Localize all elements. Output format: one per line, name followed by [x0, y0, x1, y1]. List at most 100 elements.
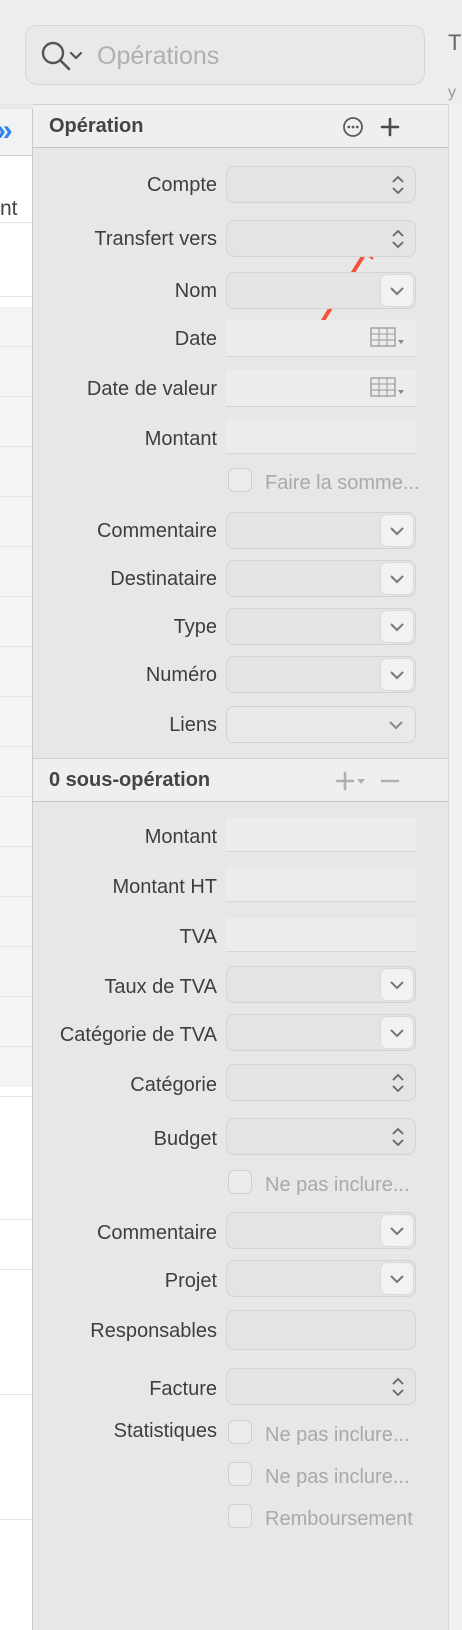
budget-label: Budget: [153, 1128, 217, 1150]
category-label: Catégorie: [130, 1074, 217, 1096]
invoice-select[interactable]: [226, 1368, 416, 1405]
list-divider: [0, 546, 32, 547]
owners-label: Responsables: [90, 1320, 217, 1342]
sum-checkbox-label: Faire la somme...: [265, 472, 420, 494]
invoice-label: Facture: [149, 1378, 217, 1400]
search-input[interactable]: Opérations: [97, 42, 219, 71]
list-divider: [0, 996, 32, 997]
stats-exclude-checkbox-1[interactable]: [228, 1420, 252, 1444]
operation-inspector: Opération Compte Transfert vers Nom Date…: [33, 104, 448, 1630]
list-divider: [0, 696, 32, 697]
right-peek-text: T: [448, 30, 462, 55]
vat-label: TVA: [179, 926, 217, 948]
list-divider: [0, 446, 32, 447]
date-label: Date: [174, 328, 217, 350]
statistics-label: Statistiques: [113, 1420, 217, 1442]
comment-label: Commentaire: [96, 520, 217, 542]
transfer-to-label: Transfert vers: [94, 228, 217, 250]
vat-category-combobox[interactable]: [226, 1014, 416, 1051]
chevron-down-icon[interactable]: [381, 275, 413, 306]
list-divider: [0, 1394, 32, 1395]
amount-label: Montant: [144, 428, 217, 450]
list-divider: [0, 896, 32, 897]
owners-token-field[interactable]: [226, 1310, 416, 1350]
transfer-to-select[interactable]: [226, 220, 416, 257]
amount-ht-label: Montant HT: [112, 876, 217, 898]
chevron-right-icon[interactable]: »: [0, 111, 16, 151]
value-date-field[interactable]: [226, 370, 416, 407]
sum-checkbox[interactable]: [228, 468, 252, 492]
type-combobox[interactable]: [226, 608, 416, 645]
name-label: Nom: [174, 280, 217, 302]
sub-comment-combobox[interactable]: [226, 1212, 416, 1249]
search-icon[interactable]: [40, 40, 86, 79]
chevron-down-icon[interactable]: [381, 515, 413, 546]
account-label: Compte: [146, 174, 217, 196]
project-label: Projet: [164, 1270, 217, 1292]
vat-input[interactable]: [226, 918, 416, 952]
list-divider: [0, 1519, 32, 1520]
type-label: Type: [173, 616, 217, 638]
category-select[interactable]: [226, 1064, 416, 1101]
project-combobox[interactable]: [226, 1260, 416, 1297]
list-divider: [0, 222, 32, 223]
date-field[interactable]: [226, 320, 416, 357]
plus-dropdown-icon[interactable]: [335, 770, 367, 797]
account-select[interactable]: [226, 166, 416, 203]
amount-input[interactable]: [226, 420, 416, 454]
section-title: 0 sous-opération: [49, 769, 211, 791]
recipient-combobox[interactable]: [226, 560, 416, 597]
chevron-down-icon[interactable]: [381, 1215, 413, 1246]
reimbursement-checkbox[interactable]: [228, 1504, 252, 1528]
sub-amount-input[interactable]: [226, 818, 416, 852]
vat-category-label: Catégorie de TVA: [59, 1024, 217, 1046]
list-divider: [0, 346, 32, 347]
chevron-down-icon: [389, 721, 403, 730]
list-divider: [0, 946, 32, 947]
stats-exclude-label-2: Ne pas inclure...: [265, 1466, 410, 1488]
calendar-icon[interactable]: [370, 326, 406, 355]
name-combobox[interactable]: [226, 272, 416, 309]
chevron-down-icon[interactable]: [381, 1017, 413, 1048]
right-peek-text-2: y: [448, 84, 456, 101]
minus-icon[interactable]: [379, 770, 401, 797]
list-divider: [0, 846, 32, 847]
vat-rate-combobox[interactable]: [226, 966, 416, 1003]
list-divider: [0, 1269, 32, 1270]
list-divider: [0, 296, 32, 297]
column-header-fragment: nt: [0, 197, 18, 220]
list-divider: [0, 746, 32, 747]
comment-combobox[interactable]: [226, 512, 416, 549]
amount-ht-input[interactable]: [226, 868, 416, 902]
budget-select[interactable]: [226, 1118, 416, 1155]
budget-exclude-checkbox[interactable]: [228, 1170, 252, 1194]
chevron-down-icon[interactable]: [381, 563, 413, 594]
stepper-icon: [392, 1127, 404, 1147]
chevron-down-icon[interactable]: [381, 1263, 413, 1294]
chevron-down-icon[interactable]: [381, 611, 413, 642]
budget-exclude-label: Ne pas inclure...: [265, 1174, 410, 1196]
section-title: Opération: [49, 115, 144, 137]
links-label: Liens: [169, 714, 217, 736]
operations-list[interactable]: » nt: [0, 109, 33, 1630]
search-field[interactable]: Opérations: [25, 25, 425, 85]
stats-exclude-checkbox-2[interactable]: [228, 1462, 252, 1486]
ellipsis-circle-icon[interactable]: [342, 116, 364, 143]
list-divider: [0, 396, 32, 397]
list-divider: [0, 646, 32, 647]
list-divider: [0, 1046, 32, 1047]
stepper-icon: [392, 1377, 404, 1397]
operation-section-header: Opération: [33, 104, 448, 148]
stepper-icon: [392, 175, 404, 195]
plus-icon[interactable]: [379, 116, 401, 143]
chevron-down-icon[interactable]: [381, 969, 413, 1000]
number-combobox[interactable]: [226, 656, 416, 693]
calendar-icon[interactable]: [370, 376, 406, 405]
stats-exclude-label-1: Ne pas inclure...: [265, 1424, 410, 1446]
chevron-down-icon[interactable]: [381, 659, 413, 690]
sub-comment-label: Commentaire: [96, 1222, 217, 1244]
suboperation-section-header: 0 sous-opération: [33, 758, 448, 802]
toolbar: Opérations: [0, 0, 462, 104]
links-popup[interactable]: [226, 706, 416, 743]
sub-amount-label: Montant: [144, 826, 217, 848]
